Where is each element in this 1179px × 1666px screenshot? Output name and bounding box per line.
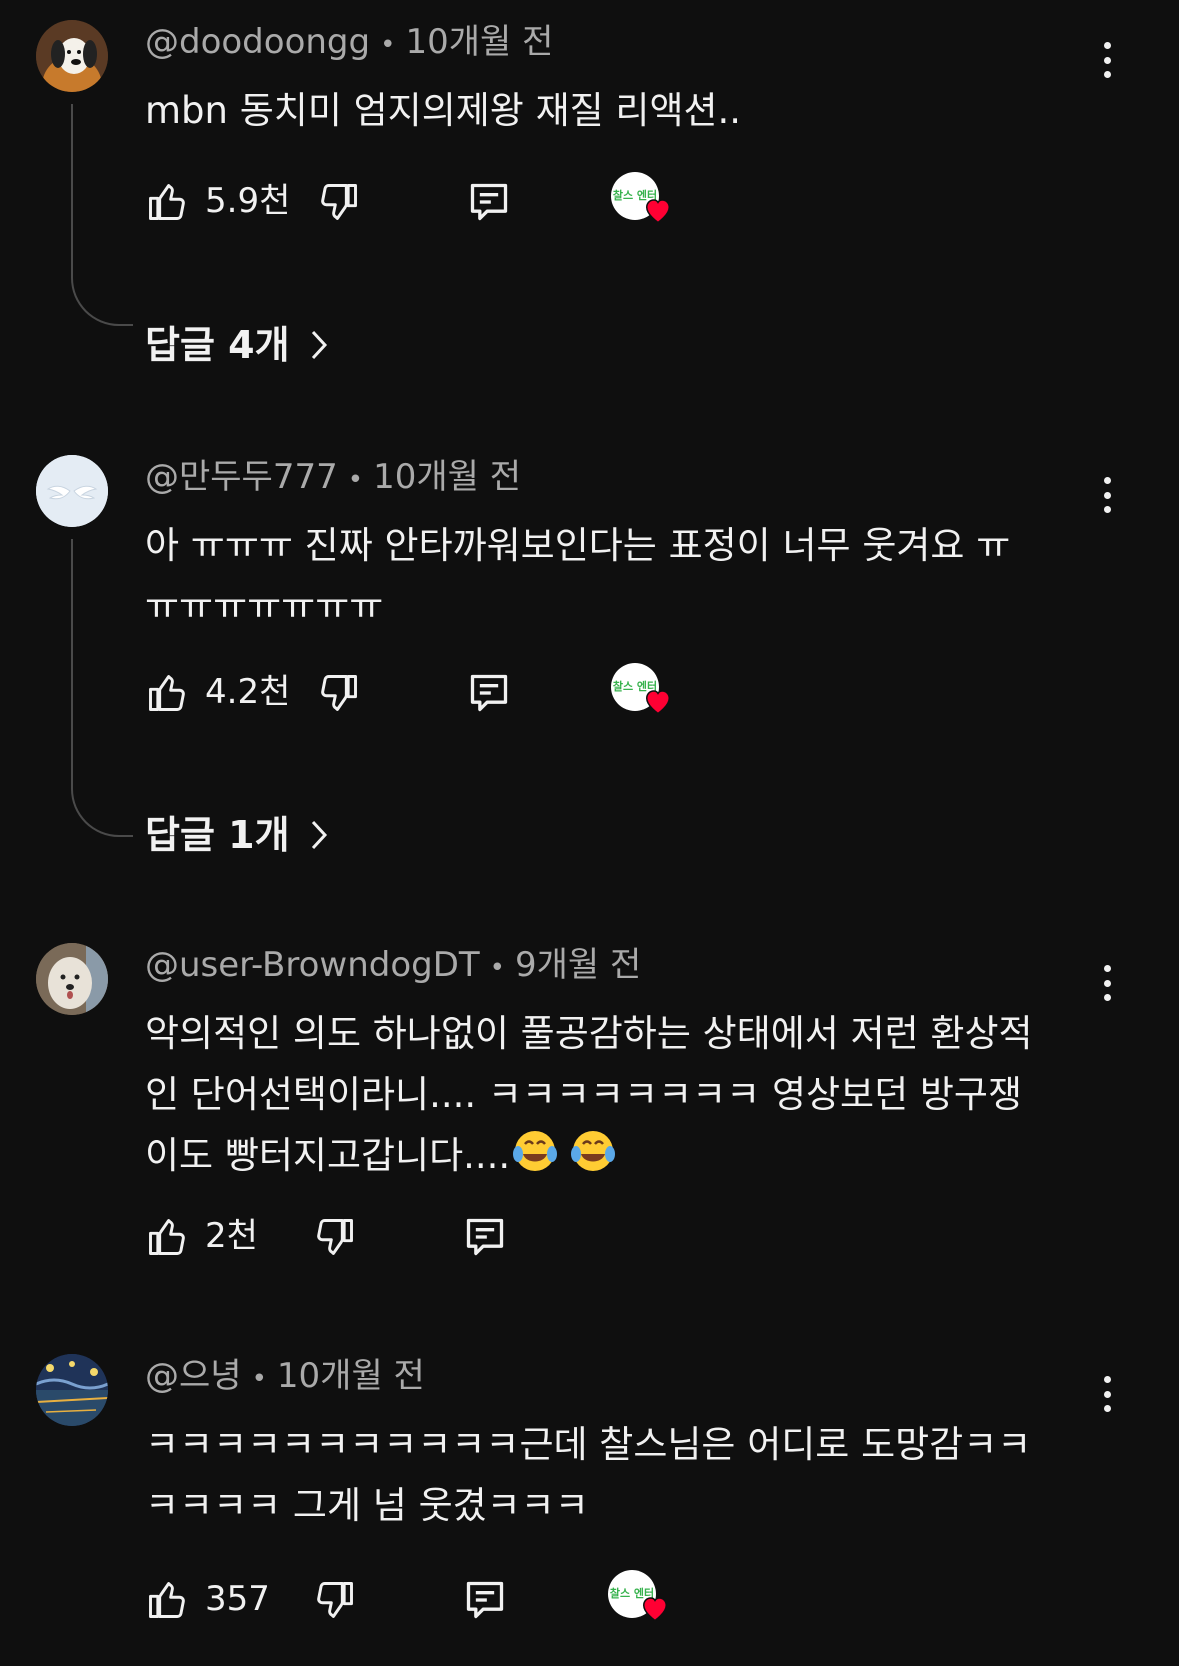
comment-item: @으녕 • 10개월 전 ㅋㅋㅋㅋㅋㅋㅋㅋㅋㅋㅋ근데 찰스님은 어디로 도망감ㅋㅋ … <box>0 1354 1179 1666</box>
white-dog-avatar-icon <box>36 943 108 1015</box>
comment-item: @doodoongg • 10개월 전 mbn 동치미 엄지의제왕 재질 리액션..… <box>0 20 1179 380</box>
comment-author[interactable]: @doodoongg <box>145 22 370 62</box>
dislike-icon[interactable] <box>317 671 361 715</box>
reply-icon[interactable] <box>463 1578 507 1622</box>
starry-night-avatar-icon <box>36 1354 108 1426</box>
comment-time[interactable]: 10개월 전 <box>277 1356 425 1396</box>
comment-item: @user-BrowndogDT • 9개월 전 악의적인 의도 하나없이 풀공감하… <box>0 943 1179 1263</box>
comment-item: @만두두777 • 10개월 전 아 ㅠㅠㅠ 진짜 안타까워보인다는 표정이 너무 … <box>0 455 1179 857</box>
comment-author[interactable]: @user-BrowndogDT <box>145 945 480 985</box>
like-icon[interactable] <box>145 1215 189 1259</box>
joy-emoji-icon <box>513 1131 558 1171</box>
dislike-icon[interactable] <box>313 1578 357 1622</box>
comment-author[interactable]: @만두두777 <box>145 457 338 497</box>
chevron-right-icon <box>311 330 327 360</box>
avatar[interactable] <box>36 1354 108 1426</box>
creator-heart-badge: 찰스 엔터 <box>608 1570 672 1626</box>
comment-actions: 4.2천 찰스 엔터 <box>145 663 1045 717</box>
comment-meta: @만두두777 • 10개월 전 <box>145 455 521 502</box>
joy-emoji-icon <box>571 1131 616 1171</box>
replies-label: 답글 1개 <box>145 813 290 857</box>
like-count: 4.2천 <box>205 672 291 712</box>
heart-icon <box>643 196 673 224</box>
comment-text: ㅋㅋㅋㅋㅋㅋㅋㅋㅋㅋㅋ근데 찰스님은 어디로 도망감ㅋㅋ ㅋㅋㅋㅋ 그게 넘 웃… <box>145 1423 1032 1527</box>
comment-time[interactable]: 9개월 전 <box>515 945 641 985</box>
comment-meta: @으녕 • 10개월 전 <box>145 1354 425 1401</box>
like-icon[interactable] <box>145 671 189 715</box>
comment-actions: 2천 <box>145 1211 1045 1261</box>
comment-meta: @user-BrowndogDT • 9개월 전 <box>145 943 641 990</box>
chevron-right-icon <box>311 820 327 850</box>
thread-line <box>71 104 133 326</box>
like-count: 2천 <box>205 1216 258 1256</box>
more-options-icon[interactable] <box>1095 471 1119 519</box>
avatar[interactable] <box>36 20 108 92</box>
like-count: 5.9천 <box>205 181 291 221</box>
comment-text: 악의적인 의도 하나없이 풀공감하는 상태에서 저런 환상적 인 단어선택이라니… <box>145 1003 1095 1186</box>
meta-separator: • <box>347 465 364 495</box>
meta-separator: • <box>489 953 506 983</box>
heart-icon <box>640 1594 670 1622</box>
wings-avatar-icon <box>36 455 108 527</box>
comment-meta: @doodoongg • 10개월 전 <box>145 20 553 67</box>
comment-author[interactable]: @으녕 <box>145 1356 242 1396</box>
comment-time[interactable]: 10개월 전 <box>373 457 521 497</box>
view-replies-button[interactable]: 답글 1개 <box>145 810 330 860</box>
heart-icon <box>643 687 673 715</box>
snoopy-avatar-icon <box>36 20 108 92</box>
replies-label: 답글 4개 <box>145 323 290 367</box>
dislike-icon[interactable] <box>313 1215 357 1259</box>
creator-heart-badge: 찰스 엔터 <box>611 172 675 228</box>
comment-text: mbn 동치미 엄지의제왕 재질 리액션.. <box>145 89 742 132</box>
comment-actions: 357 찰스 엔터 <box>145 1570 1045 1624</box>
more-options-icon[interactable] <box>1095 959 1119 1007</box>
avatar[interactable] <box>36 455 108 527</box>
like-icon[interactable] <box>145 180 189 224</box>
reply-icon[interactable] <box>463 1215 507 1259</box>
creator-heart-badge: 찰스 엔터 <box>611 663 675 719</box>
meta-separator: • <box>380 30 396 60</box>
like-icon[interactable] <box>145 1578 189 1622</box>
avatar[interactable] <box>36 943 108 1015</box>
reply-icon[interactable] <box>467 180 511 224</box>
more-options-icon[interactable] <box>1095 36 1119 84</box>
more-options-icon[interactable] <box>1095 1370 1119 1418</box>
comment-time[interactable]: 10개월 전 <box>405 22 553 62</box>
thread-line <box>71 539 133 837</box>
comment-actions: 5.9천 찰스 엔터 <box>145 172 1045 226</box>
comment-text: 아 ㅠㅠㅠ 진짜 안타까워보인다는 표정이 너무 웃겨요 ㅠ ㅠㅠㅠㅠㅠㅠㅠ <box>145 524 1011 628</box>
dislike-icon[interactable] <box>317 180 361 224</box>
like-count: 357 <box>205 1579 270 1619</box>
reply-icon[interactable] <box>467 671 511 715</box>
meta-separator: • <box>251 1364 267 1394</box>
view-replies-button[interactable]: 답글 4개 <box>145 320 330 370</box>
